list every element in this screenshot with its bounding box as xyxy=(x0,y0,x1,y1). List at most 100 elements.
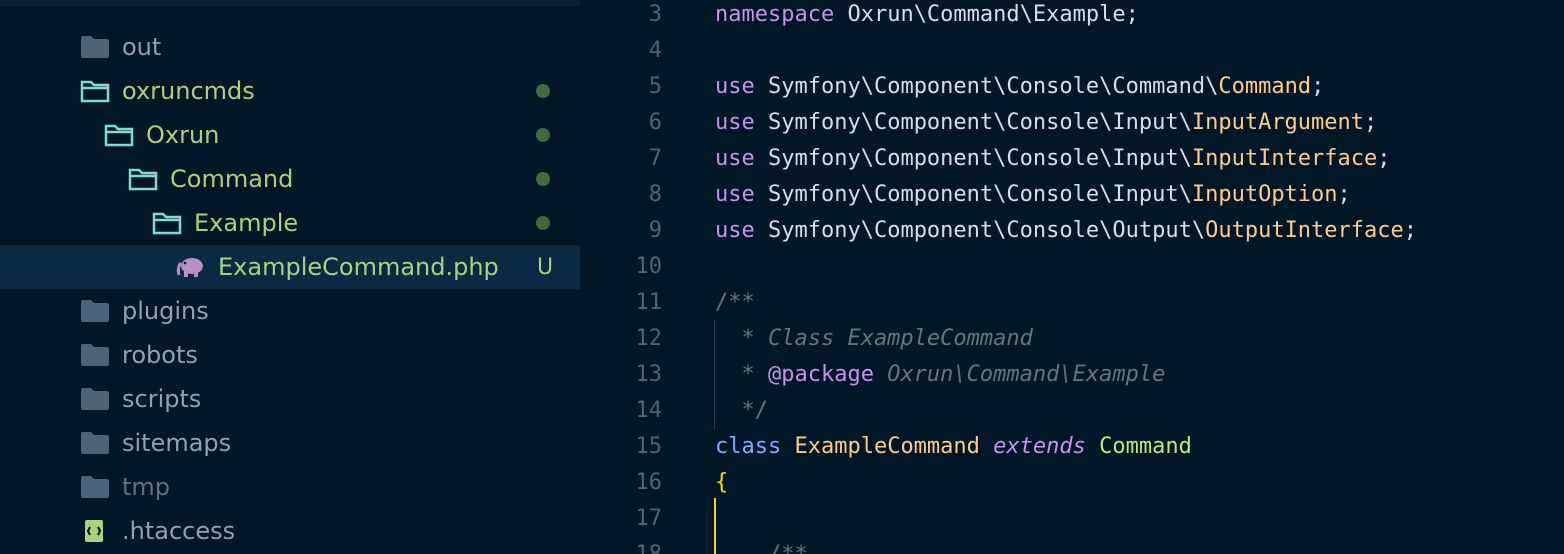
code-token: /** xyxy=(715,289,755,315)
line-number: 12 xyxy=(635,325,663,351)
code-token: use xyxy=(715,217,755,243)
code-line[interactable]: 9 use Symfony\Component\Console\Output\Ou… xyxy=(580,212,1564,248)
line-number: 9 xyxy=(648,217,662,243)
script-file-icon xyxy=(80,519,110,543)
code-text: use Symfony\Component\Console\Input\Inpu… xyxy=(715,182,1351,207)
folder-open-icon xyxy=(128,167,158,191)
code-text: * @package Oxrun\Command\Example xyxy=(715,362,1165,387)
code-token: ; xyxy=(1311,73,1325,99)
code-line[interactable]: 17 xyxy=(580,500,1564,536)
git-status-badge: U xyxy=(537,254,554,280)
code-line[interactable]: 18 /** xyxy=(580,536,1564,554)
php-elephant-icon xyxy=(176,255,206,279)
folder-open-icon xyxy=(104,123,134,147)
code-text: use Symfony\Component\Console\Output\Out… xyxy=(715,218,1417,243)
code-token: Oxrun\Command\Example xyxy=(834,1,1126,27)
line-number: 7 xyxy=(648,145,662,171)
code-line[interactable]: 7 use Symfony\Component\Console\Input\Inp… xyxy=(580,140,1564,176)
code-token: use xyxy=(715,145,755,171)
code-line[interactable]: 11 /** xyxy=(580,284,1564,320)
tree-item-label: ExampleCommand.php xyxy=(218,253,499,281)
folder-closed-icon xyxy=(80,387,110,411)
code-token: Symfony\Component\Console\Input\ xyxy=(754,181,1192,207)
modified-dot-icon xyxy=(536,128,550,142)
folder-open-icon xyxy=(152,211,182,235)
code-line[interactable]: 12 * Class ExampleCommand xyxy=(580,320,1564,356)
line-number: 4 xyxy=(648,37,662,63)
tree-item[interactable]: Oxrun xyxy=(0,113,580,157)
modified-dot-icon xyxy=(536,172,550,186)
code-token: @package xyxy=(767,361,874,387)
code-token: */ xyxy=(715,397,768,423)
code-token: InputInterface xyxy=(1191,145,1378,171)
code-text: * Class ExampleCommand xyxy=(715,325,1033,351)
tree-item[interactable]: tmp xyxy=(0,465,580,509)
code-token: Symfony\Component\Console\Command\ xyxy=(754,73,1219,99)
code-line[interactable]: 5 use Symfony\Component\Console\Command\C… xyxy=(580,68,1564,104)
code-text: { xyxy=(715,470,728,495)
line-number: 8 xyxy=(648,181,662,207)
code-line[interactable]: 13 * @package Oxrun\Command\Example xyxy=(580,356,1564,392)
code-token: class xyxy=(715,433,782,459)
line-number: 14 xyxy=(635,397,663,423)
tree-item[interactable]: ExampleCommand.php U xyxy=(0,245,580,289)
line-number: 16 xyxy=(635,469,663,495)
code-token: use xyxy=(715,109,755,135)
tree-item[interactable]: plugins xyxy=(0,289,580,333)
tree-item[interactable]: oxruncmds xyxy=(0,69,580,113)
code-text: class ExampleCommand extends Command xyxy=(715,434,1192,459)
code-text: use Symfony\Component\Console\Input\Inpu… xyxy=(715,110,1377,135)
code-line[interactable]: 6 use Symfony\Component\Console\Input\Inp… xyxy=(580,104,1564,140)
code-token: Symfony\Component\Console\Input\ xyxy=(754,145,1192,171)
code-token: ; xyxy=(1377,145,1391,171)
code-token: extends xyxy=(993,433,1086,459)
code-token: ; xyxy=(1337,181,1351,207)
folder-closed-icon xyxy=(80,35,110,59)
tree-item-label: tmp xyxy=(122,473,171,501)
tree-item[interactable]: scripts xyxy=(0,377,580,421)
code-token: Oxrun\Command\Example xyxy=(873,361,1166,387)
tree-item-label: .htaccess xyxy=(122,517,236,545)
code-text: use Symfony\Component\Console\Input\Inpu… xyxy=(715,146,1391,171)
tree-item[interactable]: Example xyxy=(0,201,580,245)
sidebar-top-edge xyxy=(0,0,580,6)
tree-item[interactable]: Command xyxy=(0,157,580,201)
folder-open-icon xyxy=(80,79,110,103)
tree-item-label: oxruncmds xyxy=(122,77,255,105)
tree-item[interactable]: robots xyxy=(0,333,580,377)
folder-closed-icon xyxy=(80,475,110,499)
code-token: ; xyxy=(1125,1,1139,27)
modified-dot-icon xyxy=(536,216,550,230)
folder-closed-icon xyxy=(80,299,110,323)
file-explorer-sidebar: out oxruncmds Oxrun Command Example ExampleCo… xyxy=(0,0,580,554)
code-token: InputArgument xyxy=(1191,109,1365,135)
tree-item-label: plugins xyxy=(122,297,209,325)
code-token: namespace xyxy=(715,1,835,27)
tree-item[interactable]: sitemaps xyxy=(0,421,580,465)
tree-item[interactable]: out xyxy=(0,25,580,69)
code-line[interactable]: 4 xyxy=(580,32,1564,68)
code-token: { xyxy=(715,469,729,495)
tree-item-label: robots xyxy=(122,341,198,369)
line-number: 5 xyxy=(648,73,662,99)
code-line[interactable]: 16 { xyxy=(580,464,1564,500)
code-text: */ xyxy=(715,398,768,423)
code-token: * Class ExampleCommand xyxy=(715,325,1033,351)
tree-item-label: out xyxy=(122,33,162,61)
code-token: use xyxy=(715,73,755,99)
line-number: 18 xyxy=(635,541,663,554)
tree-item-label: sitemaps xyxy=(122,429,232,457)
code-line[interactable]: 8 use Symfony\Component\Console\Input\Inp… xyxy=(580,176,1564,212)
tree-item[interactable]: .htaccess xyxy=(0,509,580,553)
code-line[interactable]: 3 namespace Oxrun\Command\Example; xyxy=(580,0,1564,32)
code-token: Command xyxy=(1218,73,1312,99)
code-line[interactable]: 10 xyxy=(580,248,1564,284)
code-token: use xyxy=(715,181,755,207)
code-token: InputOption xyxy=(1191,181,1338,207)
code-line[interactable]: 15 class ExampleCommand extends Command xyxy=(580,428,1564,464)
code-token: /** xyxy=(715,541,808,554)
code-token: ; xyxy=(1403,217,1418,243)
code-token: Symfony\Component\Console\Output\ xyxy=(754,217,1206,243)
code-editor[interactable]: 3 namespace Oxrun\Command\Example; 4 5 use S… xyxy=(580,0,1564,554)
code-line[interactable]: 14 */ xyxy=(580,392,1564,428)
